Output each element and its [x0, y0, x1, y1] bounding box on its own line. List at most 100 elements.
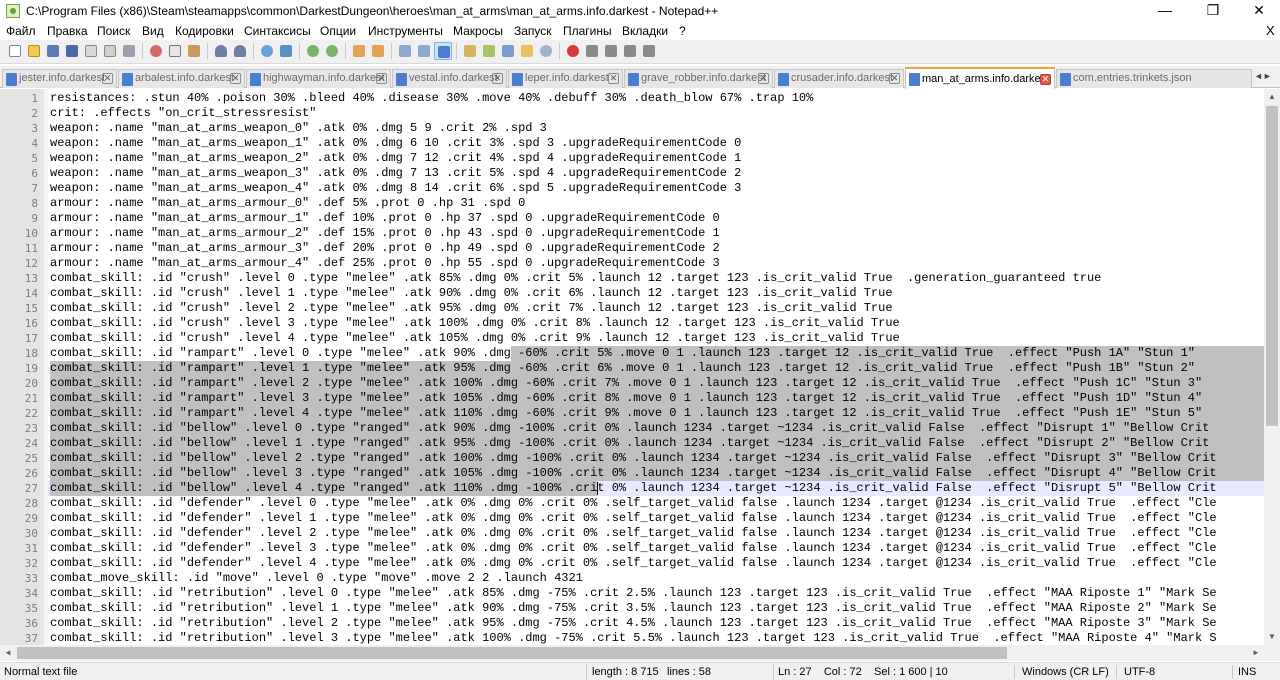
line-text[interactable]: armour: .name "man_at_arms_armour_4" .de…: [50, 256, 720, 271]
editor-line[interactable]: 34 combat_skill: .id "retribution" .level…: [0, 586, 1264, 601]
vertical-scroll-thumb[interactable]: [1266, 106, 1278, 426]
editor-line[interactable]: 26 combat_skill: .id "bellow" .level 3 .t…: [0, 466, 1264, 481]
scroll-left-arrow-icon[interactable]: ◄: [0, 645, 16, 661]
editor-line[interactable]: 20 combat_skill: .id "rampart" .level 2 .…: [0, 376, 1264, 391]
menu-help[interactable]: ?: [679, 24, 686, 38]
editor-line[interactable]: 28 combat_skill: .id "defender" .level 0 …: [0, 496, 1264, 511]
line-text[interactable]: combat_skill: .id "crush" .level 1 .type…: [50, 286, 893, 301]
line-text[interactable]: combat_skill: .id "crush" .level 0 .type…: [50, 271, 1101, 286]
line-text[interactable]: combat_skill: .id "defender" .level 2 .t…: [50, 526, 1217, 541]
editor-line[interactable]: 35 combat_skill: .id "retribution" .level…: [0, 601, 1264, 616]
editor-line[interactable]: 9 armour: .name "man_at_arms_armour_1" .d…: [0, 211, 1264, 226]
print-icon[interactable]: [120, 42, 138, 60]
open-file-icon[interactable]: [25, 42, 43, 60]
menu-tools[interactable]: Инструменты: [368, 24, 443, 38]
editor-line[interactable]: 14 combat_skill: .id "crush" .level 1 .ty…: [0, 286, 1264, 301]
editor-line[interactable]: 15 combat_skill: .id "crush" .level 2 .ty…: [0, 301, 1264, 316]
editor-line[interactable]: 32 combat_skill: .id "defender" .level 4 …: [0, 556, 1264, 571]
scroll-up-arrow-icon[interactable]: ▲: [1264, 89, 1280, 105]
editor-line[interactable]: 17 combat_skill: .id "crush" .level 4 .ty…: [0, 331, 1264, 346]
tab-arbalest[interactable]: arbalest.info.darkest ✕: [118, 69, 245, 88]
line-text[interactable]: combat_skill: .id "rampart" .level 3 .ty…: [50, 391, 1202, 406]
editor-line[interactable]: 18 combat_skill: .id "rampart" .level 0 .…: [0, 346, 1264, 361]
save-icon[interactable]: [44, 42, 62, 60]
menu-window[interactable]: Вкладки: [622, 24, 668, 38]
line-text[interactable]: combat_skill: .id "rampart" .level 1 .ty…: [50, 361, 1195, 376]
menu-macro[interactable]: Макросы: [453, 24, 503, 38]
editor-line[interactable]: 16 combat_skill: .id "crush" .level 3 .ty…: [0, 316, 1264, 331]
stop-macro-icon[interactable]: [583, 42, 601, 60]
zoom-in-icon[interactable]: [304, 42, 322, 60]
close-tab-icon[interactable]: ✕: [102, 73, 113, 84]
text-editor[interactable]: 1 resistances: .stun 40% .poison 30% .ble…: [0, 89, 1264, 645]
menu-view[interactable]: Вид: [142, 24, 164, 38]
line-text[interactable]: weapon: .name "man_at_arms_weapon_0" .at…: [50, 121, 547, 136]
line-text[interactable]: crit: .effects "on_crit_stressresist": [50, 106, 316, 121]
line-text[interactable]: armour: .name "man_at_arms_armour_0" .de…: [50, 196, 525, 211]
indent-guide-icon[interactable]: [434, 42, 452, 60]
record-macro-icon[interactable]: [564, 42, 582, 60]
line-text[interactable]: combat_skill: .id "retribution" .level 1…: [50, 601, 1217, 616]
new-file-icon[interactable]: [6, 42, 24, 60]
line-text[interactable]: armour: .name "man_at_arms_armour_1" .de…: [50, 211, 720, 226]
sync-vertical-icon[interactable]: [350, 42, 368, 60]
line-text[interactable]: combat_skill: .id "retribution" .level 3…: [50, 631, 1217, 645]
close-tab-icon[interactable]: ✕: [889, 73, 900, 84]
editor-line[interactable]: 37 combat_skill: .id "retribution" .level…: [0, 631, 1264, 645]
maximize-button[interactable]: ❐: [1190, 0, 1236, 22]
line-text[interactable]: combat_skill: .id "bellow" .level 4 .typ…: [50, 481, 1217, 496]
line-text[interactable]: combat_skill: .id "crush" .level 3 .type…: [50, 316, 900, 331]
tab-crusader[interactable]: crusader.info.darkest ✕: [774, 69, 904, 88]
menu-file[interactable]: Файл: [6, 24, 36, 38]
paste-icon[interactable]: [185, 42, 203, 60]
close-document-button[interactable]: X: [1266, 23, 1275, 38]
close-all-icon[interactable]: [101, 42, 119, 60]
editor-line[interactable]: 10 armour: .name "man_at_arms_armour_2" .…: [0, 226, 1264, 241]
editor-line[interactable]: 7 weapon: .name "man_at_arms_weapon_4" .a…: [0, 181, 1264, 196]
zoom-out-icon[interactable]: [323, 42, 341, 60]
tab-jester[interactable]: jester.info.darkest ✕: [2, 69, 117, 88]
undo-icon[interactable]: [212, 42, 230, 60]
close-tab-icon[interactable]: ✕: [608, 73, 619, 84]
monitoring-eye-icon[interactable]: [537, 42, 555, 60]
replace-icon[interactable]: [277, 42, 295, 60]
show-all-characters-icon[interactable]: [415, 42, 433, 60]
folder-workspace-icon[interactable]: [518, 42, 536, 60]
editor-line[interactable]: 24 combat_skill: .id "bellow" .level 1 .t…: [0, 436, 1264, 451]
function-list-icon[interactable]: [499, 42, 517, 60]
line-text[interactable]: weapon: .name "man_at_arms_weapon_2" .at…: [50, 151, 741, 166]
editor-line[interactable]: 30 combat_skill: .id "defender" .level 2 …: [0, 526, 1264, 541]
editor-line[interactable]: 8 armour: .name "man_at_arms_armour_0" .d…: [0, 196, 1264, 211]
line-text[interactable]: combat_skill: .id "bellow" .level 3 .typ…: [50, 466, 1217, 481]
line-text[interactable]: weapon: .name "man_at_arms_weapon_3" .at…: [50, 166, 741, 181]
menu-edit[interactable]: Правка: [47, 24, 88, 38]
line-text[interactable]: combat_skill: .id "crush" .level 4 .type…: [50, 331, 900, 346]
sync-horizontal-icon[interactable]: [369, 42, 387, 60]
run-macro-multiple-icon[interactable]: [621, 42, 639, 60]
line-text[interactable]: combat_skill: .id "retribution" .level 0…: [50, 586, 1217, 601]
horizontal-scroll-thumb[interactable]: [17, 647, 1007, 659]
editor-line[interactable]: 1 resistances: .stun 40% .poison 30% .ble…: [0, 91, 1264, 106]
line-text[interactable]: combat_skill: .id "retribution" .level 2…: [50, 616, 1217, 631]
line-text[interactable]: armour: .name "man_at_arms_armour_3" .de…: [50, 241, 720, 256]
horizontal-scrollbar[interactable]: ◄ ►: [0, 645, 1264, 661]
editor-line[interactable]: 27 combat_skill: .id "bellow" .level 4 .t…: [0, 481, 1264, 496]
line-text[interactable]: weapon: .name "man_at_arms_weapon_1" .at…: [50, 136, 741, 151]
editor-line[interactable]: 4 weapon: .name "man_at_arms_weapon_1" .a…: [0, 136, 1264, 151]
editor-line[interactable]: 29 combat_skill: .id "defender" .level 1 …: [0, 511, 1264, 526]
line-text[interactable]: weapon: .name "man_at_arms_weapon_4" .at…: [50, 181, 741, 196]
editor-line[interactable]: 31 combat_skill: .id "defender" .level 3 …: [0, 541, 1264, 556]
close-tab-icon[interactable]: ✕: [492, 73, 503, 84]
minimize-button[interactable]: —: [1142, 0, 1188, 22]
save-all-icon[interactable]: [63, 42, 81, 60]
menu-search[interactable]: Поиск: [97, 24, 130, 38]
line-text[interactable]: combat_skill: .id "defender" .level 3 .t…: [50, 541, 1217, 556]
tab-vestal[interactable]: vestal.info.darkest ✕: [392, 69, 507, 88]
close-tab-icon[interactable]: ✕: [1040, 74, 1051, 85]
menu-encoding[interactable]: Кодировки: [175, 24, 234, 38]
line-text[interactable]: combat_skill: .id "bellow" .level 2 .typ…: [50, 451, 1217, 466]
editor-line[interactable]: 33 combat_move_skill: .id "move" .level 0…: [0, 571, 1264, 586]
tab-grave-robber[interactable]: grave_robber.info.darkest ✕: [624, 69, 773, 88]
scroll-down-arrow-icon[interactable]: ▼: [1264, 629, 1280, 645]
editor-line[interactable]: 11 armour: .name "man_at_arms_armour_3" .…: [0, 241, 1264, 256]
